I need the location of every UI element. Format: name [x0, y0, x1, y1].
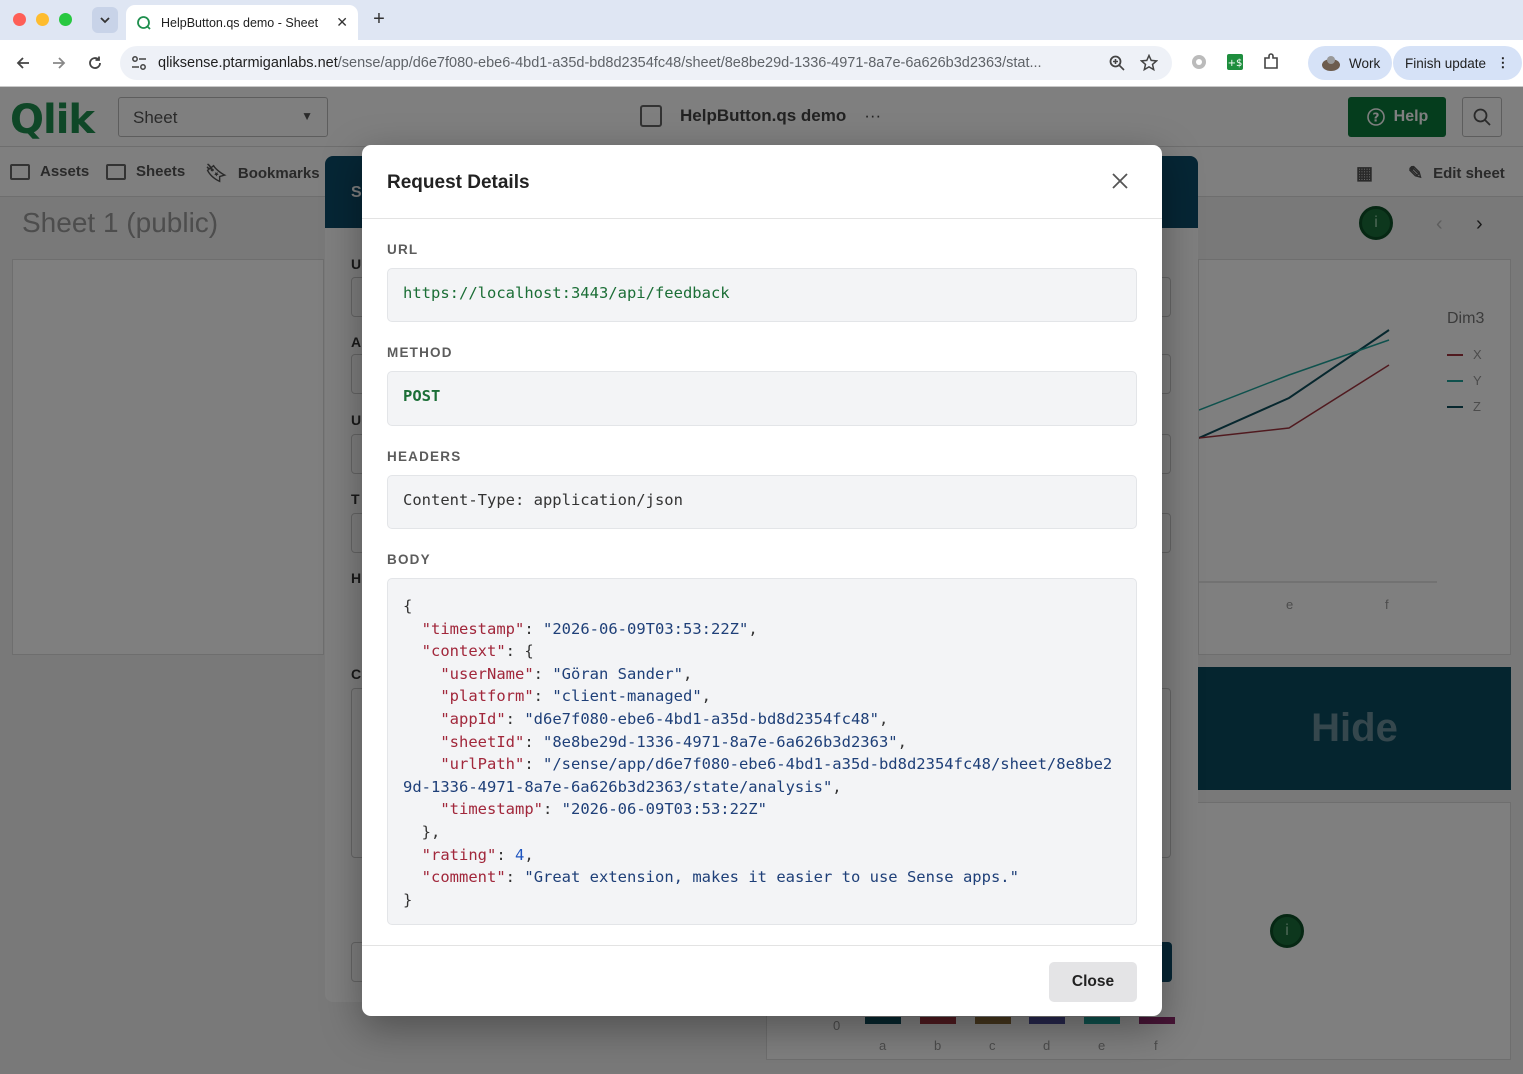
- address-bar[interactable]: qliksense.ptarmiganlabs.net/sense/app/d6…: [120, 46, 1172, 80]
- kebab-menu-icon: ⋮: [1496, 55, 1510, 70]
- json-string: "8e8be29d-1336-4971-8a7e-6a626b3d2363": [543, 732, 898, 751]
- json-key: "userName": [440, 664, 534, 683]
- method-value: POST: [387, 371, 1137, 426]
- tab-bar: HelpButton.qs demo - Sheet ✕ +: [0, 0, 1523, 40]
- json-brace: }: [403, 890, 413, 909]
- json-key: "sheetId": [440, 732, 525, 751]
- reload-button[interactable]: [83, 51, 107, 75]
- window-minimize-button[interactable]: [36, 13, 49, 26]
- arrow-left-icon: [16, 57, 29, 69]
- new-tab-button[interactable]: +: [368, 8, 390, 30]
- url-section-label: URL: [387, 242, 419, 257]
- headers-value: Content-Type: application/json: [387, 475, 1137, 529]
- url-value: https://localhost:3443/api/feedback: [387, 268, 1137, 322]
- forward-button[interactable]: [47, 51, 71, 75]
- window-close-button[interactable]: [13, 13, 26, 26]
- url-text: qliksense.ptarmiganlabs.net/sense/app/d6…: [158, 55, 1098, 71]
- json-key: "appId": [440, 709, 506, 728]
- tab-list-button[interactable]: [92, 7, 118, 33]
- body-appid: d6e7f080-ebe6-4bd1-a35d-bd8d2354fc48: [533, 709, 870, 728]
- body-timestamp: 2026-06-09T03:53:22Z: [552, 619, 739, 638]
- dialog-title: Request Details: [387, 172, 530, 193]
- close-icon[interactable]: [1108, 169, 1132, 193]
- json-key: "comment": [421, 868, 506, 887]
- update-label: Finish update: [1405, 55, 1487, 71]
- request-details-dialog: Request Details URL https://localhost:34…: [362, 145, 1162, 1016]
- tab-close-icon[interactable]: ✕: [336, 14, 348, 31]
- body-context-timestamp: 2026-06-09T03:53:22Z: [571, 800, 758, 819]
- qlik-favicon-icon: [137, 15, 151, 30]
- json-key: "timestamp": [440, 800, 543, 819]
- json-key: "platform": [440, 687, 534, 706]
- json-string: "Göran Sander": [552, 664, 683, 683]
- url-host: qliksense.ptarmiganlabs.net: [158, 55, 338, 71]
- body-json: { "timestamp": "2026-06-09T03:53:22Z", "…: [387, 578, 1137, 925]
- json-key: "urlPath": [440, 755, 525, 774]
- headers-section-label: HEADERS: [387, 449, 462, 464]
- zoom-icon[interactable]: [1108, 54, 1126, 72]
- dialog-header: Request Details: [362, 145, 1162, 219]
- tab-title: HelpButton.qs demo - Sheet: [161, 15, 319, 30]
- json-key: "context": [421, 642, 506, 661]
- json-string: "client-managed": [552, 687, 702, 706]
- bookmark-star-icon[interactable]: [1140, 54, 1158, 72]
- json-string: "2026-06-09T03:53:22Z": [561, 800, 767, 819]
- body-platform: client-managed: [561, 687, 693, 706]
- json-brace: {: [403, 597, 413, 615]
- reload-icon: [89, 56, 101, 69]
- body-section-label: BODY: [387, 552, 431, 567]
- url-path: /sense/app/d6e7f080-ebe6-4bd1-a35d-bd8d2…: [337, 55, 1042, 71]
- chevron-down-icon: [100, 16, 110, 23]
- json-string: "2026-06-09T03:53:22Z": [543, 619, 749, 638]
- json-string: "Great extension, makes it easier to use…: [524, 868, 1019, 887]
- browser-tab[interactable]: HelpButton.qs demo - Sheet ✕: [126, 5, 358, 40]
- back-button[interactable]: [11, 51, 35, 75]
- method-section-label: METHOD: [387, 345, 453, 360]
- profile-label: Work: [1349, 55, 1381, 71]
- dialog-footer: Close: [362, 945, 1162, 1016]
- svg-text:+$: +$: [1228, 58, 1243, 69]
- json-string: "d6e7f080-ebe6-4bd1-a35d-bd8d2354fc48": [524, 709, 879, 728]
- arrow-right-icon: [53, 57, 66, 69]
- json-key: "timestamp": [421, 619, 525, 638]
- close-button[interactable]: Close: [1049, 962, 1137, 1002]
- json-key: "rating": [421, 845, 497, 864]
- extension-sheets-icon[interactable]: +$: [1225, 52, 1245, 72]
- body-username: Göran Sander: [561, 664, 674, 683]
- body-sheetid: 8e8be29d-1336-4971-8a7e-6a626b3d2363: [552, 732, 889, 751]
- site-settings-icon[interactable]: [130, 54, 148, 72]
- finish-update-button[interactable]: Finish update ⋮: [1393, 46, 1522, 80]
- avatar-icon: [1322, 56, 1340, 71]
- body-comment: Great extension, makes it easier to use …: [533, 868, 1010, 887]
- browser-chrome: HelpButton.qs demo - Sheet ✕ + qliksense…: [0, 0, 1523, 87]
- extensions-puzzle-icon[interactable]: [1261, 52, 1281, 72]
- profile-work-button[interactable]: Work: [1308, 46, 1393, 80]
- browser-toolbar: qliksense.ptarmiganlabs.net/sense/app/d6…: [0, 40, 1523, 87]
- body-rating: 4: [515, 845, 525, 864]
- window-zoom-button[interactable]: [59, 13, 72, 26]
- extension-globe-icon[interactable]: [1189, 52, 1209, 72]
